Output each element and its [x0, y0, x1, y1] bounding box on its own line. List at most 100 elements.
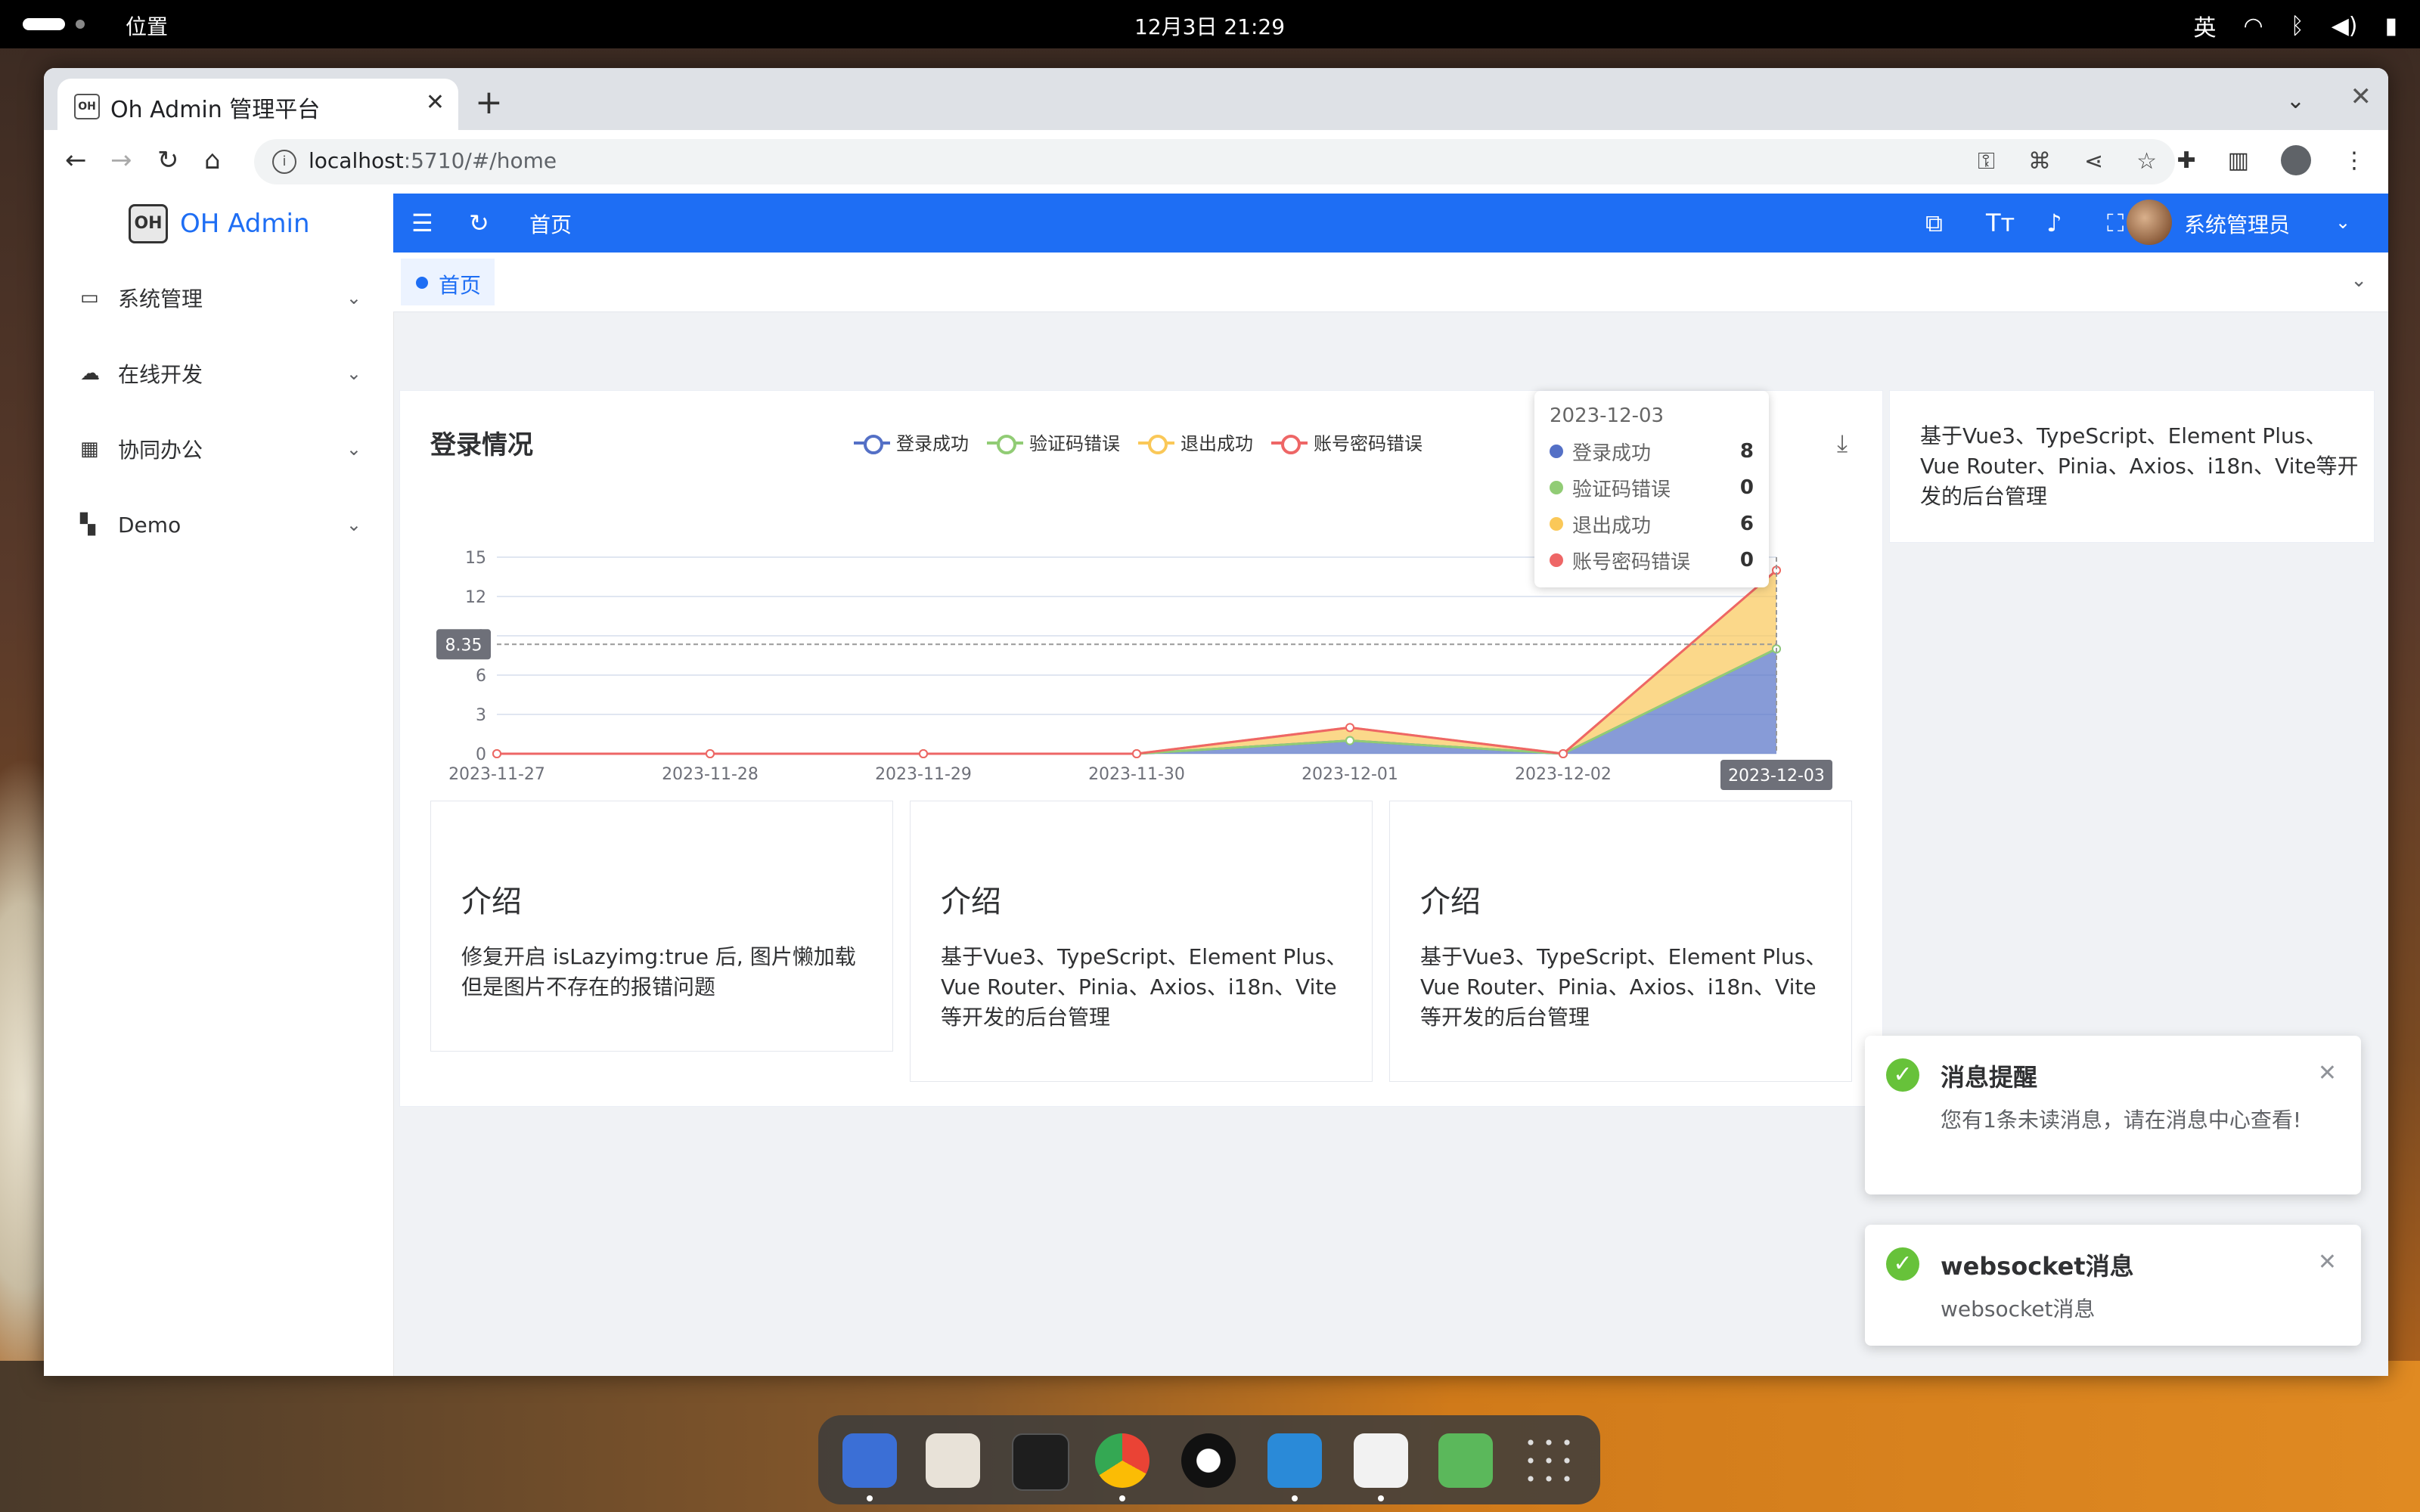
avatar[interactable] [2127, 200, 2172, 245]
volume-icon: ◀) [2331, 12, 2358, 39]
qq-icon[interactable] [1181, 1433, 1236, 1488]
tooltip-date: 2023-12-03 [1550, 404, 1665, 427]
chart-tooltip: 2023-12-03 登录成功 8 验证码错误 0 退出成功 6 账号密码错误 0 [1534, 391, 1769, 587]
active-dot [416, 277, 428, 289]
tab-search-chevron-icon[interactable]: ⌄ [2286, 88, 2305, 114]
tooltip-series-name: 账号密码错误 [1572, 550, 1691, 574]
data-point [1132, 749, 1141, 758]
data-point [1345, 736, 1354, 745]
legend-item[interactable]: 验证码错误 [987, 429, 1120, 455]
tooltip-row: 验证码错误 0 [1550, 472, 1754, 503]
url-text[interactable]: localhost:5710/#/home [309, 148, 557, 173]
legend-item[interactable]: 账号密码错误 [1271, 429, 1423, 455]
chrome-icon[interactable] [1095, 1433, 1150, 1488]
key-icon[interactable]: ⚿ [1978, 148, 1995, 175]
sidebar-menu: ▭ 系统管理 ⌄ ☁ 在线开发 ⌄ ▦ 协同办公 ⌄ ▚ Demo ⌄ [44, 260, 393, 562]
running-indicator [1378, 1495, 1384, 1501]
window-close-icon[interactable]: ✕ [2350, 82, 2372, 112]
share-icon[interactable]: ⋖ [2084, 148, 2103, 175]
chevron-down-icon[interactable]: ⌄ [2335, 212, 2350, 233]
sidebar-item-label: 在线开发 [118, 362, 203, 387]
location-label[interactable]: 位置 [126, 11, 168, 41]
description-text: 基于Vue3、TypeScript、Element Plus、Vue Route… [1920, 423, 2359, 509]
sidebar-item-label: Demo [118, 512, 182, 538]
close-icon[interactable]: ✕ [2318, 1060, 2337, 1086]
legend-symbol [1138, 434, 1174, 454]
new-tab-button[interactable]: + [475, 83, 503, 122]
extension-actions: ✚ ▥ ⋮ [2177, 145, 2366, 175]
activities-indicator[interactable] [23, 18, 65, 30]
username-dropdown[interactable]: 系统管理员 [2184, 209, 2290, 239]
download-icon[interactable]: ⤓ [1837, 429, 1848, 458]
monitor-icon: ▭ [80, 287, 99, 309]
input-method-indicator[interactable]: 英 [2194, 9, 2217, 42]
web-page: OH OH Admin ▭ 系统管理 ⌄ ☁ 在线开发 ⌄ ▦ 协同办公 ⌄ ▚… [44, 194, 2388, 1376]
reload-icon[interactable]: ↻ [157, 145, 179, 175]
apps-grid-icon[interactable] [1522, 1433, 1576, 1488]
bell-icon[interactable]: ♪ [2046, 209, 2062, 237]
bookmark-star-icon[interactable]: ☆ [2136, 148, 2157, 175]
breadcrumb[interactable]: 首页 [529, 209, 572, 239]
tooltip-value: 0 [1739, 549, 1754, 572]
sidebar-item-online-dev[interactable]: ☁ 在线开发 ⌄ [44, 336, 393, 411]
x-tick-label: 2023-11-30 [1088, 765, 1185, 784]
legend-symbol [987, 434, 1023, 454]
intro-title: 介绍 [941, 885, 1001, 919]
data-point [1559, 749, 1568, 758]
tooltip-series-name: 登录成功 [1572, 442, 1652, 465]
fullscreen-icon[interactable]: ⛶ [2107, 209, 2124, 238]
vscode-icon[interactable] [1267, 1433, 1322, 1488]
login-stats-card: 登录情况 登录成功验证码错误退出成功账号密码错误 ⤓ 036912152023-… [399, 390, 1883, 1107]
chevron-down-icon[interactable]: ⌄ [2350, 269, 2367, 292]
y-tick-label: 0 [476, 745, 486, 764]
cloud-icon: ☁ [80, 362, 100, 385]
intro-text: 基于Vue3、TypeScript、Element Plus、Vue Route… [1420, 944, 1827, 1030]
favicon: OH [74, 94, 100, 119]
sidebar-item-office[interactable]: ▦ 协同办公 ⌄ [44, 411, 393, 487]
software-store-icon[interactable] [926, 1433, 980, 1488]
browser-menu-icon[interactable]: ⋮ [2343, 147, 2366, 174]
tag-home[interactable]: 首页 [401, 259, 495, 305]
sidebar-item-demo[interactable]: ▚ Demo ⌄ [44, 487, 393, 562]
extensions-puzzle-icon[interactable]: ✚ [2177, 147, 2196, 174]
home-icon[interactable]: ⌂ [204, 145, 221, 175]
site-info-icon[interactable]: i [272, 150, 296, 174]
files-icon[interactable] [842, 1433, 897, 1488]
legend-label: 账号密码错误 [1314, 433, 1423, 454]
forward-icon[interactable]: → [110, 145, 132, 175]
profile-avatar-icon[interactable] [2281, 145, 2311, 175]
squirrel-icon[interactable] [1354, 1433, 1408, 1488]
close-tab-icon[interactable]: ✕ [426, 89, 445, 116]
sidebar: OH OH Admin ▭ 系统管理 ⌄ ☁ 在线开发 ⌄ ▦ 协同办公 ⌄ ▚… [44, 194, 394, 1376]
terminal-icon[interactable] [1012, 1433, 1069, 1491]
tooltip-row: 退出成功 6 [1550, 509, 1754, 539]
translate-icon[interactable]: ⌘ [2028, 148, 2051, 175]
intro-card: 介绍 基于Vue3、TypeScript、Element Plus、Vue Ro… [1389, 801, 1852, 1082]
intro-card: 介绍 基于Vue3、TypeScript、Element Plus、Vue Ro… [910, 801, 1373, 1082]
legend-item[interactable]: 退出成功 [1138, 429, 1253, 455]
collapse-menu-icon[interactable]: ☰ [411, 209, 433, 237]
trash-icon[interactable] [1438, 1433, 1493, 1488]
image-upload-icon[interactable]: ⧉ [1925, 209, 1943, 238]
system-tray[interactable]: 英 ◠ ᛒ ◀) ▮ [2194, 9, 2397, 42]
back-icon[interactable]: ← [65, 145, 87, 175]
clock[interactable]: 12月3日 21:29 [1134, 11, 1285, 41]
tooltip-value: 6 [1739, 513, 1754, 535]
tab-strip: OH Oh Admin 管理平台 ✕ + ⌄ ✕ [44, 68, 2388, 130]
series-line [497, 569, 1777, 755]
legend-item[interactable]: 登录成功 [854, 429, 969, 455]
close-icon[interactable]: ✕ [2318, 1249, 2337, 1275]
x-tick-label: 2023-11-29 [875, 765, 972, 784]
address-bar[interactable]: i localhost:5710/#/home ⚿ ⌘ ⋖ ☆ [254, 139, 2175, 184]
refresh-icon[interactable]: ↻ [469, 209, 489, 237]
side-panel-icon[interactable]: ▥ [2228, 147, 2249, 174]
browser-tab[interactable]: OH Oh Admin 管理平台 ✕ [57, 79, 458, 130]
tooltip-series-name: 退出成功 [1572, 514, 1652, 538]
tag-label: 首页 [439, 273, 482, 298]
url-host: localhost [309, 148, 404, 173]
font-size-icon[interactable]: Tт [1986, 209, 2015, 237]
app-logo[interactable]: OH OH Admin [129, 204, 310, 243]
intro-text: 修复开启 isLazyimg:true 后, 图片懒加载但是图片不存在的报错问题 [461, 944, 856, 999]
sidebar-item-system[interactable]: ▭ 系统管理 ⌄ [44, 260, 393, 336]
dock [818, 1415, 1600, 1504]
